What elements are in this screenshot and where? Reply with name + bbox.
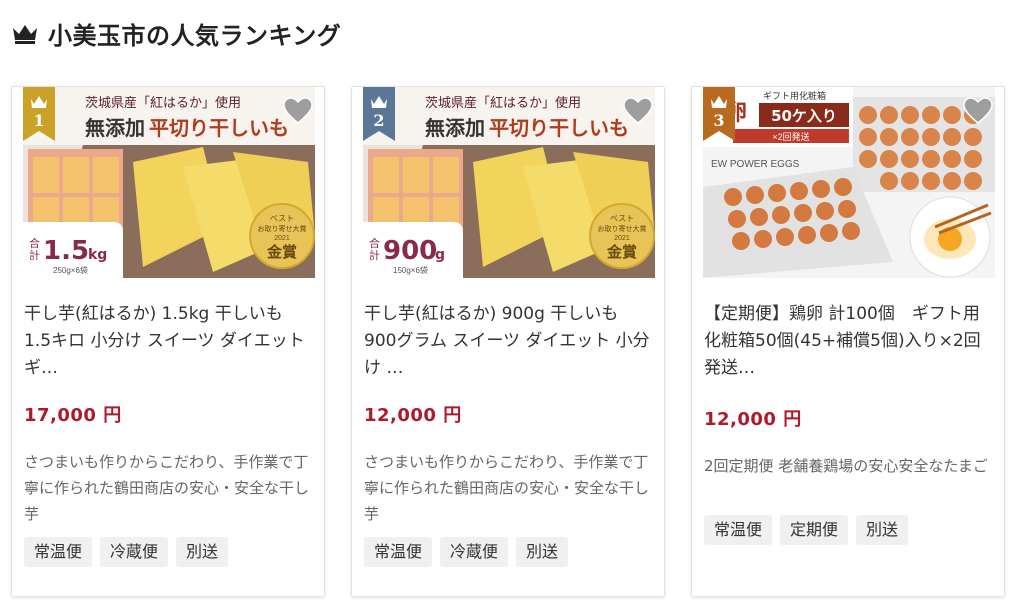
svg-text:×2回発送: ×2回発送 bbox=[772, 131, 809, 142]
heart-icon[interactable] bbox=[623, 97, 653, 125]
item-description: 2回定期便 老舗養鶏場の安心安全なたまご bbox=[704, 457, 988, 475]
tag: 別送 bbox=[856, 515, 909, 545]
rank-badge: 2 bbox=[363, 87, 395, 141]
svg-text:金賞: 金賞 bbox=[606, 243, 637, 261]
tag: 別送 bbox=[516, 537, 569, 567]
rank-badge: 3 bbox=[703, 87, 735, 141]
price: 17,000 円 bbox=[24, 405, 122, 426]
product-image[interactable]: 合 計 1.5 kg 250g×6袋 茨城県産「紅はるか」使用 無添加 平切り干… bbox=[23, 87, 315, 278]
svg-text:茨城県産「紅はるか」使用: 茨城県産「紅はるか」使用 bbox=[425, 95, 581, 111]
tag-list: 常温便 冷蔵便 別送 bbox=[364, 537, 569, 567]
item-title[interactable]: 干し芋(紅はるか) 1.5kg 干しいも 1.5キロ 小分け スイーツ ダイエッ… bbox=[24, 301, 312, 382]
tag: 常温便 bbox=[24, 537, 93, 567]
ranking-card-1[interactable]: 合 計 1.5 kg 250g×6袋 茨城県産「紅はるか」使用 無添加 平切り干… bbox=[11, 86, 325, 597]
svg-text:合: 合 bbox=[369, 236, 380, 250]
svg-text:900: 900 bbox=[383, 236, 437, 266]
svg-text:250g×6袋: 250g×6袋 bbox=[53, 265, 88, 275]
total-label: 合 bbox=[29, 236, 40, 250]
svg-text:ベスト: ベスト bbox=[610, 214, 634, 223]
svg-text:ベスト: ベスト bbox=[270, 214, 294, 223]
svg-text:無添加: 無添加 bbox=[85, 116, 145, 140]
svg-text:茨城県産「紅はるか」使用: 茨城県産「紅はるか」使用 bbox=[85, 95, 241, 111]
tag: 常温便 bbox=[704, 515, 773, 545]
svg-text:お取り寄せ大賞: お取り寄せ大賞 bbox=[598, 224, 647, 233]
svg-text:50ケ入り: 50ケ入り bbox=[771, 107, 837, 125]
item-title[interactable]: 【定期便】鶏卵 計100個 ギフト用化粧箱50個(45+補償5個)入り×2回発送… bbox=[704, 301, 992, 382]
ranking-card-3[interactable]: 鶏卵 ギフト用化粧箱 50ケ入り ×2回発送 EW POWER EGGS 3 【… bbox=[691, 86, 1005, 597]
svg-text:kg: kg bbox=[88, 247, 107, 263]
tag-list: 常温便 冷蔵便 別送 bbox=[24, 537, 229, 567]
price: 12,000 円 bbox=[704, 409, 802, 430]
svg-text:金賞: 金賞 bbox=[266, 243, 297, 261]
section-header: 小美玉市の人気ランキング bbox=[11, 16, 341, 50]
rank-badge: 1 bbox=[23, 87, 55, 141]
product-image[interactable]: 鶏卵 ギフト用化粧箱 50ケ入り ×2回発送 EW POWER EGGS bbox=[703, 87, 995, 278]
amount-text: 1.5 bbox=[43, 236, 89, 266]
svg-text:平切り干しいも: 平切り干しいも bbox=[149, 116, 289, 140]
tag-list: 常温便 定期便 別送 bbox=[704, 515, 909, 545]
svg-text:2021: 2021 bbox=[614, 235, 630, 242]
tag: 定期便 bbox=[780, 515, 849, 545]
tag: 別送 bbox=[176, 537, 229, 567]
heart-icon[interactable] bbox=[963, 97, 993, 125]
item-title[interactable]: 干し芋(紅はるか) 900g 干しいも 900グラム スイーツ ダイエット 小分… bbox=[364, 301, 652, 382]
price: 12,000 円 bbox=[364, 405, 462, 426]
svg-text:150g×6袋: 150g×6袋 bbox=[393, 265, 428, 275]
item-description: さつまいも作りからこだわり、手作業で丁寧に作られた鶴田商店の安心・安全な干し芋 bbox=[24, 453, 310, 523]
svg-text:2021: 2021 bbox=[274, 235, 290, 242]
page-title: 小美玉市の人気ランキング bbox=[48, 21, 342, 50]
svg-text:EW POWER EGGS: EW POWER EGGS bbox=[711, 159, 800, 170]
crown-icon bbox=[13, 25, 37, 44]
svg-text:無添加: 無添加 bbox=[425, 116, 485, 140]
svg-text:計: 計 bbox=[369, 248, 380, 262]
tag: 冷蔵便 bbox=[440, 537, 509, 567]
svg-text:計: 計 bbox=[29, 248, 40, 262]
svg-text:g: g bbox=[435, 247, 445, 263]
svg-text:お取り寄せ大賞: お取り寄せ大賞 bbox=[258, 224, 307, 233]
svg-text:ギフト用化粧箱: ギフト用化粧箱 bbox=[763, 90, 826, 101]
tag: 常温便 bbox=[364, 537, 433, 567]
tag: 冷蔵便 bbox=[100, 537, 169, 567]
svg-text:平切り干しいも: 平切り干しいも bbox=[489, 116, 629, 140]
item-description: さつまいも作りからこだわり、手作業で丁寧に作られた鶴田商店の安心・安全な干し芋 bbox=[364, 453, 650, 523]
product-image[interactable]: 合 計 900 g 150g×6袋 茨城県産「紅はるか」使用 無添加 平切り干し… bbox=[363, 87, 655, 278]
ranking-card-2[interactable]: 合 計 900 g 150g×6袋 茨城県産「紅はるか」使用 無添加 平切り干し… bbox=[351, 86, 665, 597]
heart-icon[interactable] bbox=[283, 97, 313, 125]
